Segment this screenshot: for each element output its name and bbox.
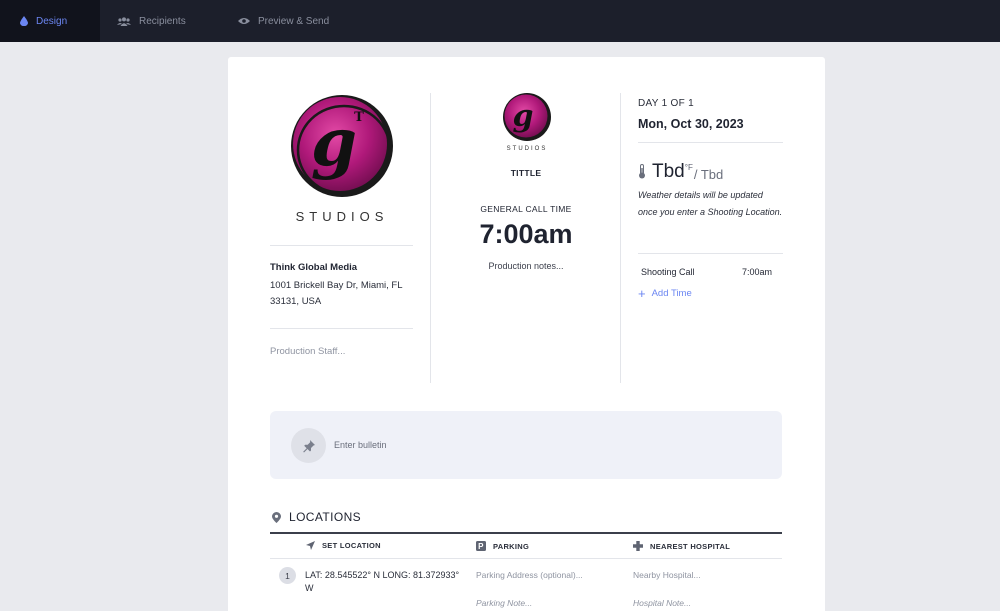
pin-icon <box>291 428 326 463</box>
divider <box>638 253 783 254</box>
people-icon <box>117 16 131 26</box>
production-notes-field[interactable]: Production notes... <box>431 261 621 271</box>
locations-header: LOCATIONS <box>272 510 361 524</box>
divider <box>270 532 782 534</box>
production-title[interactable]: TITTLE <box>431 168 621 178</box>
tab-label: Preview & Send <box>258 15 330 27</box>
temperature-value: Tbd <box>652 161 685 182</box>
tab-design[interactable]: Design <box>0 0 100 42</box>
svg-text:g: g <box>513 99 534 134</box>
eye-icon <box>238 17 250 25</box>
production-staff-field[interactable]: Production Staff... <box>270 346 345 357</box>
add-time-label: Add Time <box>651 288 692 299</box>
temperature-alt: / Tbd <box>693 167 724 182</box>
add-time-button[interactable]: + Add Time <box>638 285 692 301</box>
parking-note-field[interactable]: Parking Note... <box>476 598 532 608</box>
divider <box>270 558 782 559</box>
column-divider <box>620 93 621 383</box>
thermometer-icon <box>638 164 646 179</box>
divider <box>270 245 413 246</box>
day-label: DAY 1 OF 1 <box>638 98 694 109</box>
divider <box>270 328 413 329</box>
column-label: SET LOCATION <box>322 541 381 550</box>
column-header-hospital: NEAREST HOSPITAL <box>633 541 730 551</box>
production-logo[interactable]: g STUDIOS <box>501 93 553 153</box>
column-label: PARKING <box>493 541 530 551</box>
location-row-number: 1 <box>279 567 296 584</box>
column-header-set-location: SET LOCATION <box>306 541 381 550</box>
weather-note: Weather details will be updated once you… <box>638 190 783 217</box>
company-logo[interactable]: g T STUDIOS <box>284 93 400 224</box>
column-header-parking: P PARKING <box>476 541 529 551</box>
nearest-hospital-field[interactable]: Nearby Hospital... <box>633 570 701 580</box>
hospital-note-field[interactable]: Hospital Note... <box>633 598 691 608</box>
tab-label: Design <box>36 15 68 27</box>
general-call-label: GENERAL CALL TIME <box>480 204 572 214</box>
droplet-icon <box>20 16 28 26</box>
set-location-coordinates[interactable]: LAT: 28.545522° N LONG: 81.372933° W <box>305 569 465 595</box>
call-sheet: g T STUDIOS Think Global Media 1001 Bric… <box>228 57 825 611</box>
general-call-time[interactable]: 7:00am <box>431 219 621 250</box>
company-name[interactable]: Think Global Media <box>270 262 357 273</box>
shooting-call-time[interactable]: 7:00am <box>742 267 772 277</box>
parking-icon: P <box>476 541 486 551</box>
parking-address-field[interactable]: Parking Address (optional)... <box>476 570 583 580</box>
tab-preview-send[interactable]: Preview & Send <box>218 0 349 42</box>
svg-text:g: g <box>311 103 357 181</box>
shoot-date[interactable]: Mon, Oct 30, 2023 <box>638 117 744 131</box>
company-address[interactable]: 1001 Brickell Bay Dr, Miami, FL 33131, U… <box>270 278 415 310</box>
locations-title: LOCATIONS <box>289 510 362 524</box>
shooting-call-label[interactable]: Shooting Call <box>641 267 695 277</box>
medical-cross-icon <box>633 541 643 551</box>
bulletin-field[interactable]: Enter bulletin <box>270 411 782 479</box>
tab-label: Recipients <box>139 15 186 27</box>
logo-wordmark: STUDIOS <box>507 146 548 152</box>
temperature-row: Tbd °F / Tbd <box>638 161 723 183</box>
navigation-arrow-icon <box>306 541 315 550</box>
divider <box>638 142 783 143</box>
location-pin-icon <box>272 511 281 523</box>
svg-text:T: T <box>354 110 364 125</box>
temperature-unit: °F <box>684 163 693 172</box>
svg-text:P: P <box>478 542 484 551</box>
logo-wordmark: STUDIOS <box>296 209 389 223</box>
column-label: NEAREST HOSPITAL <box>650 541 731 551</box>
plus-icon: + <box>638 285 646 301</box>
bulletin-placeholder: Enter bulletin <box>334 440 387 450</box>
top-navigation: Design Recipients Preview & Send <box>0 0 1000 42</box>
tab-recipients[interactable]: Recipients <box>100 0 218 42</box>
